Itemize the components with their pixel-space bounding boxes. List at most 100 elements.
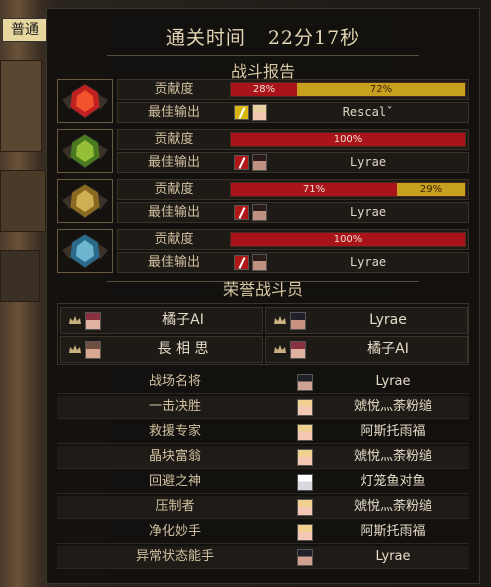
award-title: 一击决胜	[148, 399, 201, 414]
contribution-cell: 贡献度 100%	[117, 129, 469, 150]
result-panel: 通关时间 22分17秒 战斗报告 贡献度 28% 72% 最佳输出 Rescalˇ 贡献度 1…	[46, 8, 480, 584]
award-title: 救援专家	[148, 424, 201, 439]
honor-fighter-name: 橘子AI	[162, 312, 204, 328]
contribution-bar: 100%	[230, 132, 466, 147]
award-title: 晶块富翁	[148, 449, 201, 464]
crown-icon	[274, 316, 286, 325]
avatar	[297, 499, 313, 516]
contribution-bar: 71% 29%	[230, 182, 466, 197]
honor-fighter[interactable]: Lyrae	[265, 307, 468, 334]
contribution-cell: 贡献度 71% 29%	[117, 179, 469, 200]
award-title: 净化妙手	[148, 524, 201, 539]
building-wall	[0, 170, 46, 232]
award-row: 回避之神 灯笼鱼对鱼	[57, 471, 469, 494]
contribution-label: 贡献度	[154, 82, 194, 97]
weapon-icon	[234, 105, 249, 120]
avatar	[297, 399, 313, 416]
honor-fighter-name: Lyrae	[369, 312, 407, 328]
contribution-label: 贡献度	[154, 232, 194, 247]
best-output-cell: 最佳输出 Lyrae	[117, 252, 469, 273]
avatar	[85, 341, 101, 359]
avatar	[297, 474, 313, 491]
award-row: 晶块富翁 虠悅灬荼粉缒	[57, 446, 469, 469]
contribution-label: 贡献度	[154, 182, 194, 197]
award-row: 战场名将 Lyrae	[57, 371, 469, 394]
report-row: 贡献度 100% 最佳输出 Lyrae	[57, 129, 469, 175]
weapon-icon	[234, 255, 249, 270]
best-output-cell: 最佳输出 Lyrae	[117, 202, 469, 223]
contribution-bar: 28% 72%	[230, 82, 466, 97]
award-title: 战场名将	[148, 374, 201, 389]
contribution-label: 贡献度	[154, 132, 194, 147]
honor-fighter[interactable]: 橘子AI	[265, 336, 468, 363]
report-row: 贡献度 71% 29% 最佳输出 Lyrae	[57, 179, 469, 225]
avatar	[290, 312, 306, 330]
best-player-name: Lyrae	[349, 205, 387, 219]
clear-time: 通关时间 22分17秒	[47, 23, 479, 50]
award-player-name: 虠悅灬荼粉缒	[353, 499, 432, 514]
best-output-label: 最佳输出	[147, 205, 200, 220]
award-row: 一击决胜 虠悅灬荼粉缒	[57, 396, 469, 419]
honor-fighter[interactable]: 長 相 思	[60, 336, 263, 363]
best-output-label: 最佳输出	[147, 105, 200, 120]
award-player-name: 虠悅灬荼粉缒	[353, 399, 432, 414]
green-leaf-crest-icon	[57, 129, 113, 173]
contribution-bar: 100%	[230, 232, 466, 247]
award-title: 回避之神	[148, 474, 201, 489]
honor-fighters: 橘子AI Lyrae 長 相 思 橘子AI	[57, 303, 469, 365]
divider	[107, 55, 419, 56]
contribution-cell: 贡献度 28% 72%	[117, 79, 469, 100]
building-wall	[0, 60, 42, 152]
contribution-segment: 71%	[231, 183, 397, 196]
avatar	[252, 254, 267, 271]
building-wall	[0, 250, 40, 302]
award-player-name: Lyrae	[375, 549, 411, 564]
contribution-cell: 贡献度 100%	[117, 229, 469, 250]
report-row: 贡献度 28% 72% 最佳输出 Rescalˇ	[57, 79, 469, 125]
contribution-segment: 100%	[231, 233, 465, 246]
contribution-segment: 28%	[231, 83, 297, 96]
award-player-name: 虠悅灬荼粉缒	[353, 449, 432, 464]
weapon-icon	[234, 155, 249, 170]
clear-time-value: 22分17秒	[267, 27, 361, 49]
report-row: 贡献度 100% 最佳输出 Lyrae	[57, 229, 469, 275]
best-output-cell: 最佳输出 Lyrae	[117, 152, 469, 173]
mode-tag: 普通	[2, 18, 48, 42]
crown-icon	[69, 316, 81, 325]
avatar	[85, 312, 101, 330]
award-row: 救援专家 阿斯托雨福	[57, 421, 469, 444]
avatar	[297, 374, 313, 391]
avatar	[252, 104, 267, 121]
award-title: 压制者	[155, 499, 195, 514]
crown-icon	[69, 345, 81, 354]
avatar	[252, 204, 267, 221]
avatar	[297, 449, 313, 466]
award-player-name: Lyrae	[375, 374, 411, 389]
honor-title: 荣誉战斗员	[222, 280, 303, 299]
best-player-name: Lyrae	[349, 155, 387, 169]
best-output-cell: 最佳输出 Rescalˇ	[117, 102, 469, 123]
award-player-name: 灯笼鱼对鱼	[360, 474, 426, 489]
award-player-name: 阿斯托雨福	[360, 424, 426, 439]
gold-horn-crest-icon	[57, 179, 113, 223]
contribution-segment: 72%	[297, 83, 465, 96]
avatar	[290, 341, 306, 359]
award-row: 净化妙手 阿斯托雨福	[57, 521, 469, 544]
best-output-label: 最佳输出	[147, 155, 200, 170]
award-title: 异常状态能手	[135, 549, 214, 564]
honor-fighter-name: 橘子AI	[367, 341, 409, 357]
blue-ice-crest-icon	[57, 229, 113, 273]
best-output-label: 最佳输出	[147, 255, 200, 270]
award-player-name: 阿斯托雨福	[360, 524, 426, 539]
red-flame-crest-icon	[57, 79, 113, 123]
avatar	[297, 549, 313, 566]
award-row: 异常状态能手 Lyrae	[57, 546, 469, 569]
honor-fighter[interactable]: 橘子AI	[60, 307, 263, 334]
avatar	[297, 424, 313, 441]
contribution-segment: 29%	[397, 183, 465, 196]
weapon-icon	[234, 205, 249, 220]
avatar	[252, 154, 267, 171]
honor-fighter-name: 長 相 思	[157, 341, 209, 357]
award-row: 压制者 虠悅灬荼粉缒	[57, 496, 469, 519]
clear-time-label: 通关时间	[165, 27, 246, 49]
